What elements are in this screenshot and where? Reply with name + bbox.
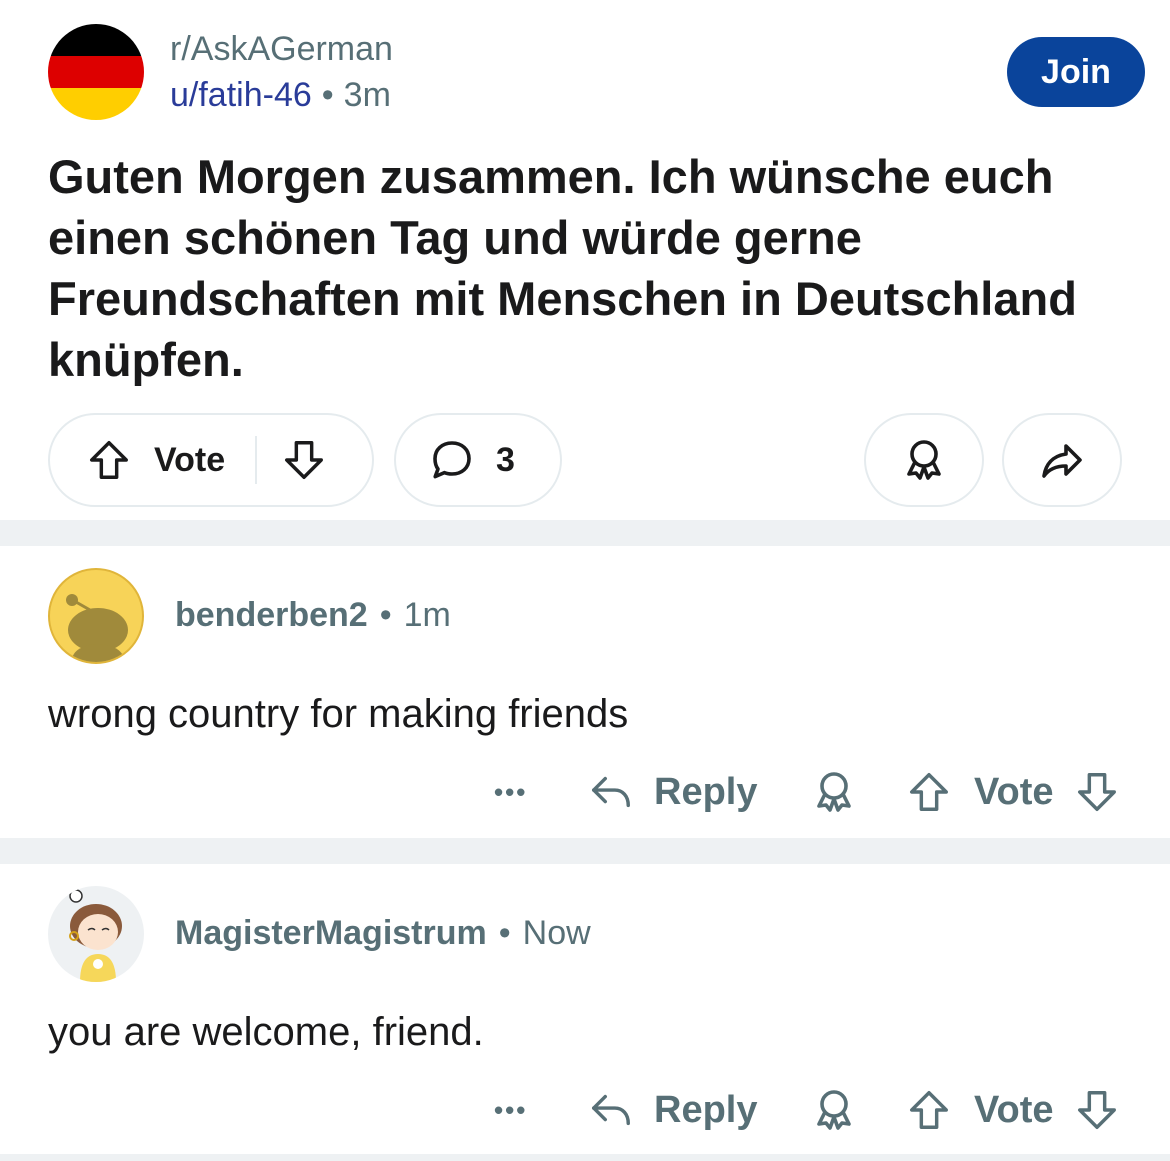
comment-item: benderben2 • 1m wrong country for making f… [0,546,1170,838]
comment-vote-label: Vote [974,770,1054,813]
meta-separator: • [498,914,511,952]
comment-bubble-icon [428,436,476,484]
comment-avatar[interactable] [48,886,144,982]
reply-label: Reply [654,1088,758,1131]
reply-label: Reply [654,770,758,813]
comment-time: Now [522,914,591,952]
comment-count: 3 [496,440,515,479]
more-options-icon[interactable]: ••• [494,1080,527,1140]
comment-vote-label: Vote [974,1088,1054,1131]
comment-meta: benderben2 • 1m [175,596,451,635]
comment-author[interactable]: MagisterMagistrum [175,914,487,952]
reply-arrow-icon [588,769,634,815]
meta-separator: • [321,76,334,114]
award-button[interactable] [864,413,984,507]
award-icon [900,436,948,484]
post-vote-label: Vote [154,440,226,479]
post-time: 3m [343,76,391,114]
comment-actions: ••• Reply Vote [0,762,1170,822]
post-author[interactable]: u/fatih-46 [170,76,312,114]
reply-button[interactable]: Reply [588,1080,757,1140]
more-options-icon[interactable]: ••• [494,762,527,822]
comment-body: you are welcome, friend. [48,1010,484,1054]
comment-time: 1m [403,596,451,634]
downvote-arrow-icon[interactable] [1074,762,1120,822]
comment-avatar[interactable] [48,568,144,664]
upvote-arrow-icon[interactable] [906,1080,952,1140]
comment-item: MagisterMagistrum • Now you are welcome, f… [0,864,1170,1154]
reply-button[interactable]: Reply [588,762,757,822]
share-arrow-icon [1038,436,1086,484]
comment-author[interactable]: benderben2 [175,596,368,634]
post-vote-control: Vote [48,413,374,507]
post-title[interactable]: Guten Morgen zusammen. Ich wünsche euch … [48,146,1138,390]
meta-separator: • [379,596,392,634]
post-meta: u/fatih-46 • 3m [170,76,391,115]
reply-arrow-icon [588,1087,634,1133]
vote-divider [255,436,258,484]
section-divider [0,520,1170,546]
comment-meta: MagisterMagistrum • Now [175,914,591,953]
comments-button[interactable]: 3 [394,413,562,507]
comment-body: wrong country for making friends [48,692,629,736]
subreddit-name[interactable]: r/AskAGerman [170,30,393,69]
section-divider [0,1154,1170,1161]
award-icon[interactable] [810,1080,858,1140]
downvote-arrow-icon[interactable] [1074,1080,1120,1140]
post-card: r/AskAGerman u/fatih-46 • 3m Join Guten Mo… [0,0,1170,520]
comment-actions: ••• Reply Vote [0,1080,1170,1140]
upvote-arrow-icon[interactable] [906,762,952,822]
subreddit-avatar[interactable] [48,24,144,120]
award-icon[interactable] [810,762,858,822]
share-button[interactable] [1002,413,1122,507]
join-button[interactable]: Join [1007,37,1145,107]
downvote-arrow-icon[interactable] [281,437,327,483]
section-divider [0,838,1170,864]
upvote-arrow-icon[interactable] [86,437,132,483]
